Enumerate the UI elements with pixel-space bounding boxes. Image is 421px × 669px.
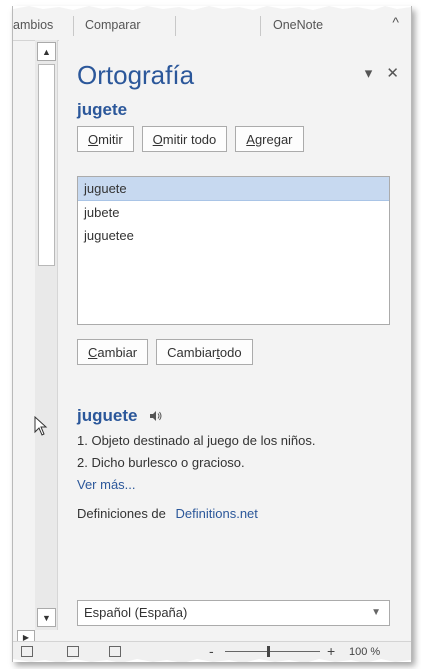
definition-word-heading: juguete bbox=[77, 406, 163, 426]
mouse-pointer-icon bbox=[34, 416, 48, 436]
misspelled-word: jugete bbox=[77, 100, 128, 119]
ignore-all-accel: O bbox=[152, 131, 163, 147]
definition-line: 2. Dicho burlesco o gracioso. bbox=[77, 455, 245, 470]
word-window-crop: ambios Comparar OneNote ^ ▲ ▼ ▶ Ortograf… bbox=[12, 6, 412, 662]
close-icon[interactable]: ✕ bbox=[386, 65, 399, 82]
definition-word: juguete bbox=[77, 406, 138, 425]
tab-divider bbox=[175, 16, 176, 36]
ignore-all-label: mitir todo bbox=[162, 131, 217, 147]
scroll-up-arrow-icon[interactable]: ▲ bbox=[37, 42, 56, 61]
tab-divider bbox=[73, 16, 74, 36]
change-button[interactable]: Cambiar bbox=[77, 339, 149, 365]
definition-source-label: Definiciones de bbox=[77, 506, 166, 521]
chevron-down-icon[interactable]: ▼ bbox=[371, 601, 381, 625]
definitions-net-link[interactable]: Definitions.net bbox=[176, 506, 258, 521]
ignore-label: mitir bbox=[98, 131, 123, 147]
ignore-button-row: Omitir Omitir todo Agregar bbox=[77, 126, 304, 152]
speaker-icon[interactable] bbox=[149, 410, 163, 422]
definition-line: 1. Objeto destinado al juego de los niño… bbox=[77, 433, 316, 448]
add-label: gregar bbox=[254, 131, 293, 147]
ignore-all-button[interactable]: Omitir todo bbox=[141, 126, 228, 152]
vertical-scrollbar[interactable]: ▲ ▼ bbox=[35, 40, 58, 630]
ignore-button[interactable]: Omitir bbox=[77, 126, 134, 152]
pane-options-icon[interactable]: ▾ bbox=[365, 65, 373, 82]
add-accel: A bbox=[246, 131, 255, 147]
language-dropdown[interactable]: Español (España) ▼ bbox=[77, 600, 390, 626]
tab-cambios[interactable]: ambios bbox=[13, 18, 53, 32]
pane-title: Ortografía bbox=[77, 60, 195, 90]
spelling-pane: Ortografía ▾ ✕ jugete Omitir Omitir todo… bbox=[59, 40, 411, 644]
change-all-label-start: Cambiar bbox=[167, 344, 217, 360]
suggestion-item[interactable]: jubete bbox=[78, 201, 389, 224]
see-more-link[interactable]: Ver más... bbox=[77, 477, 136, 492]
torn-edge-top bbox=[13, 6, 411, 10]
tab-onenote[interactable]: OneNote bbox=[273, 18, 323, 32]
suggestions-list[interactable]: juguete jubete juguetee bbox=[77, 176, 390, 325]
scroll-down-arrow-icon[interactable]: ▼ bbox=[37, 608, 56, 627]
scroll-thumb[interactable] bbox=[38, 64, 55, 266]
change-button-row: Cambiar Cambiar t odo bbox=[77, 339, 253, 365]
collapse-ribbon-button[interactable]: ^ bbox=[392, 14, 399, 30]
language-value: Español (España) bbox=[84, 605, 188, 620]
definition-source: Definiciones de Definitions.net bbox=[77, 506, 258, 521]
change-all-button[interactable]: Cambiar t odo bbox=[156, 339, 253, 365]
tab-divider bbox=[260, 16, 261, 36]
suggestion-item[interactable]: juguetee bbox=[78, 224, 389, 247]
tab-comparar[interactable]: Comparar bbox=[85, 18, 141, 32]
change-all-label-end: odo bbox=[219, 344, 242, 360]
zoom-slider[interactable] bbox=[225, 651, 320, 652]
suggestion-item[interactable]: juguete bbox=[78, 177, 389, 201]
pane-controls: ▾ ✕ bbox=[355, 64, 399, 82]
change-accel: C bbox=[88, 344, 98, 360]
change-label: ambiar bbox=[97, 344, 138, 360]
torn-edge-bottom bbox=[13, 659, 411, 662]
add-button[interactable]: Agregar bbox=[235, 126, 304, 152]
ignore-accel: O bbox=[88, 131, 99, 147]
